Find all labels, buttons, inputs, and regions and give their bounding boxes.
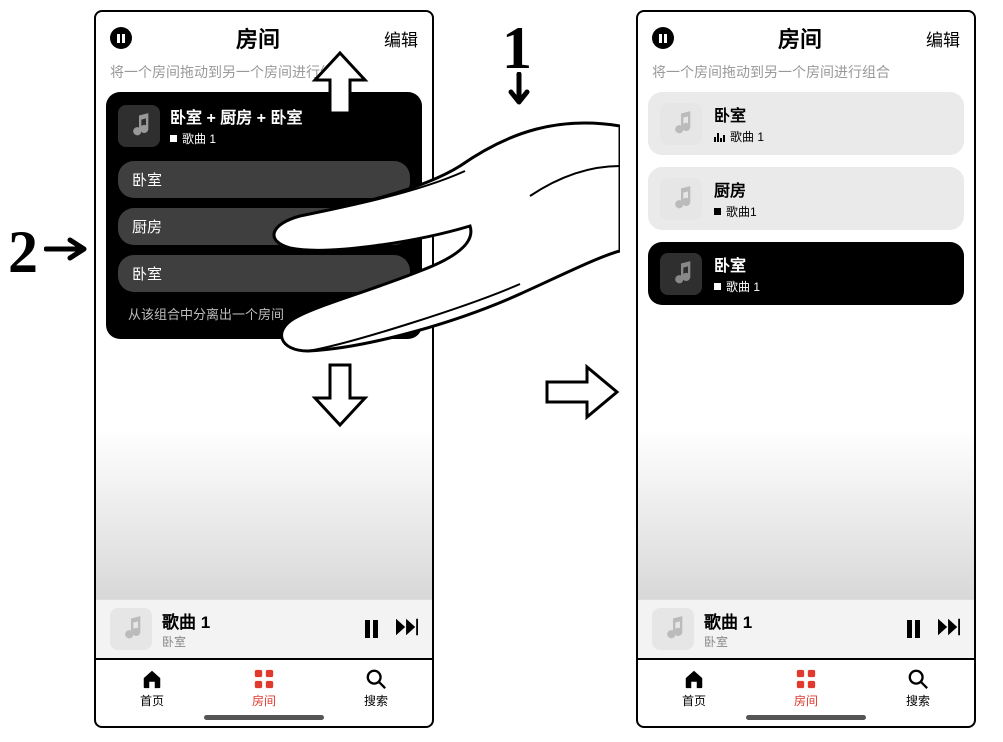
now-playing-title: 歌曲 1 — [704, 608, 752, 633]
pause-button[interactable] — [365, 620, 378, 638]
room-subtitle: 歌曲 1 — [714, 278, 760, 295]
content-area: 卧室 歌曲 1 厨房 歌曲1 — [638, 92, 974, 599]
room-row[interactable]: 卧室 歌曲 1 — [648, 92, 964, 155]
annotation-step-2: 2 — [8, 218, 38, 287]
gesture-arrow-right-icon — [542, 362, 622, 427]
music-note-icon — [652, 608, 694, 650]
room-row[interactable]: 卧室 歌曲 1 — [648, 242, 964, 305]
room-title: 厨房 — [714, 177, 757, 201]
status-dot-icon — [170, 135, 177, 142]
tab-bar: 首页 房间 搜索 — [96, 658, 432, 713]
music-note-icon — [110, 608, 152, 650]
phone-left: 房间 编辑 将一个房间拖动到另一个房间进行组合 卧室 + 厨房 + 卧室 歌曲 … — [94, 10, 434, 728]
now-playing-bar[interactable]: 歌曲 1 卧室 — [638, 599, 974, 658]
status-dot-icon — [714, 208, 721, 215]
arrow-down-icon — [505, 72, 533, 110]
search-icon — [365, 668, 387, 690]
tab-rooms[interactable]: 房间 — [252, 668, 276, 709]
search-icon — [907, 668, 929, 690]
room-title: 卧室 — [714, 252, 760, 276]
header: 房间 编辑 — [638, 12, 974, 60]
gesture-arrow-down-icon — [310, 360, 370, 435]
now-playing-subtitle: 卧室 — [704, 633, 752, 650]
hint-text: 将一个房间拖动到另一个房间进行组合 — [638, 60, 974, 92]
music-note-icon — [660, 178, 702, 220]
next-track-button[interactable] — [938, 618, 960, 641]
music-note-icon — [660, 103, 702, 145]
page-title: 房间 — [674, 22, 926, 54]
gesture-arrow-up-icon — [310, 48, 370, 123]
tab-home[interactable]: 首页 — [682, 668, 706, 709]
tab-rooms[interactable]: 房间 — [794, 668, 818, 709]
tab-bar: 首页 房间 搜索 — [638, 658, 974, 713]
tab-search[interactable]: 搜索 — [364, 668, 388, 709]
room-pill[interactable]: 卧室 — [118, 161, 410, 198]
status-dot-icon — [714, 283, 721, 290]
header: 房间 编辑 — [96, 12, 432, 60]
tab-label: 房间 — [252, 692, 276, 709]
edit-button[interactable]: 编辑 — [926, 26, 960, 51]
home-icon — [683, 668, 705, 690]
pause-button[interactable] — [907, 620, 920, 638]
tab-home[interactable]: 首页 — [140, 668, 164, 709]
music-note-icon — [118, 105, 160, 147]
tab-label: 搜索 — [364, 692, 388, 709]
room-title: 卧室 — [714, 102, 764, 126]
grid-icon — [253, 668, 275, 690]
room-pill[interactable]: 卧室 — [118, 255, 410, 292]
arrow-right-icon — [44, 234, 90, 264]
room-group-card[interactable]: 卧室 + 厨房 + 卧室 歌曲 1 卧室 厨房 卧室 从该组合中分离出一个房间 — [106, 92, 422, 339]
group-subtitle: 歌曲 1 — [170, 130, 302, 147]
next-track-button[interactable] — [396, 618, 418, 641]
music-note-icon — [660, 253, 702, 295]
now-playing-bar[interactable]: 歌曲 1 卧室 — [96, 599, 432, 658]
room-pill[interactable]: 厨房 — [118, 208, 410, 245]
pause-icon[interactable] — [652, 27, 674, 49]
home-indicator — [204, 715, 324, 720]
tab-search[interactable]: 搜索 — [906, 668, 930, 709]
hint-text: 将一个房间拖动到另一个房间进行组合 — [96, 60, 432, 92]
edit-button[interactable]: 编辑 — [384, 26, 418, 51]
home-icon — [141, 668, 163, 690]
tab-label: 首页 — [682, 692, 706, 709]
group-footer-hint: 从该组合中分离出一个房间 — [118, 302, 410, 323]
pause-icon[interactable] — [110, 27, 132, 49]
content-area: 卧室 + 厨房 + 卧室 歌曲 1 卧室 厨房 卧室 从该组合中分离出一个房间 — [96, 92, 432, 599]
tab-label: 搜索 — [906, 692, 930, 709]
room-row[interactable]: 厨房 歌曲1 — [648, 167, 964, 230]
home-indicator — [746, 715, 866, 720]
tab-label: 房间 — [794, 692, 818, 709]
now-playing-subtitle: 卧室 — [162, 633, 210, 650]
room-subtitle: 歌曲 1 — [714, 128, 764, 145]
room-subtitle: 歌曲1 — [714, 203, 757, 220]
grid-icon — [795, 668, 817, 690]
playing-bars-icon — [714, 132, 725, 142]
tab-label: 首页 — [140, 692, 164, 709]
phone-right: 房间 编辑 将一个房间拖动到另一个房间进行组合 卧室 歌曲 1 厨房 — [636, 10, 976, 728]
now-playing-title: 歌曲 1 — [162, 608, 210, 633]
group-title: 卧室 + 厨房 + 卧室 — [170, 104, 302, 128]
